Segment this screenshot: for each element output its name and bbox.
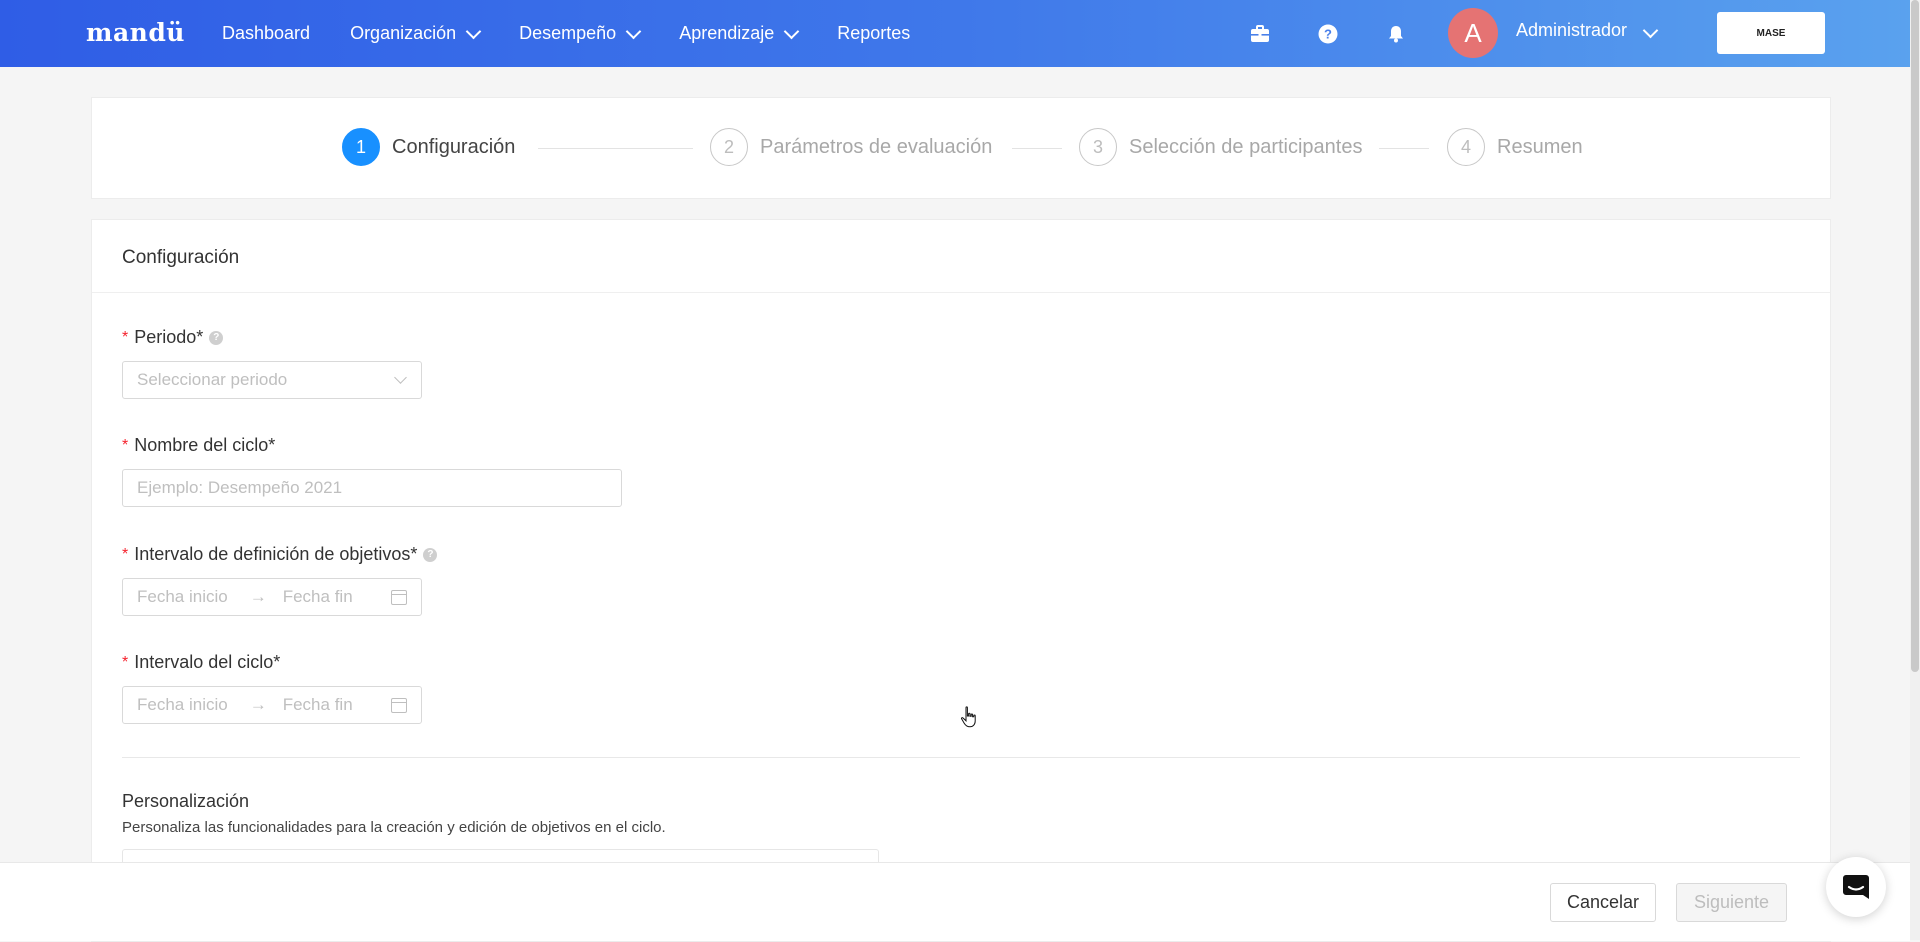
nav-reportes-label: Reportes: [837, 23, 911, 43]
company-logo: MASE: [1717, 12, 1825, 54]
nav-reportes[interactable]: Reportes: [817, 0, 930, 67]
calendar-icon: [391, 697, 407, 713]
header-icons: ?: [1226, 0, 1430, 67]
arrow-right-icon: →: [249, 695, 267, 714]
steps-progress: 1 Configuración 2 Parámetros de evaluaci…: [91, 97, 1831, 199]
form-footer: Cancelar Siguiente: [0, 862, 1910, 941]
required-marker: *: [122, 328, 129, 346]
step-parametros: 2 Parámetros de evaluación: [710, 128, 992, 166]
help-icon[interactable]: ?: [423, 547, 438, 562]
divider: [122, 757, 1800, 758]
step-resumen: 4 Resumen: [1447, 128, 1583, 166]
objectives-interval-label-text: Intervalo de definición de objetivos*: [134, 544, 418, 564]
cycle-name-input[interactable]: Ejemplo: Desempeño 2021: [122, 469, 622, 507]
bell-icon[interactable]: [1362, 0, 1430, 67]
next-button[interactable]: Siguiente: [1676, 883, 1787, 922]
top-navigation-bar: mandü Dashboard Organización Desempeño A…: [0, 0, 1920, 67]
help-icon[interactable]: ?: [1294, 0, 1362, 67]
nav-dashboard[interactable]: Dashboard: [202, 0, 330, 67]
cycle-name-label-text: Nombre del ciclo*: [134, 435, 276, 455]
end-date-placeholder: Fecha fin: [282, 695, 353, 714]
step-configuracion: 1 Configuración: [342, 128, 515, 166]
avatar: A: [1448, 8, 1498, 58]
customization-title: Personalización: [122, 791, 250, 811]
chevron-down-icon: [465, 23, 482, 39]
help-icon[interactable]: ?: [209, 330, 224, 345]
divider: [92, 292, 1830, 293]
nav-desempeno-label: Desempeño: [519, 23, 617, 43]
user-name: Administrador: [1516, 19, 1628, 40]
configuration-form: Configuración * Periodo* ? Seleccionar p…: [91, 219, 1831, 942]
start-date-placeholder: Fecha inicio: [137, 695, 228, 714]
step-connector: [1379, 148, 1429, 149]
calendar-icon: [391, 589, 407, 605]
step-label: Parámetros de evaluación: [760, 135, 993, 158]
customization-description: Personaliza las funcionalidades para la …: [122, 819, 666, 836]
chat-icon: [1843, 875, 1869, 899]
step-number: 3: [1079, 128, 1117, 166]
required-marker: *: [122, 436, 129, 454]
user-menu[interactable]: A Administrador: [1448, 8, 1659, 58]
cycle-date-range[interactable]: Fecha inicio → Fecha fin: [122, 686, 422, 724]
nav-aprendizaje[interactable]: Aprendizaje: [659, 0, 817, 67]
period-select[interactable]: Seleccionar periodo: [122, 361, 422, 399]
step-label: Configuración: [392, 135, 516, 158]
chevron-down-icon: [625, 23, 642, 39]
period-label-text: Periodo*: [134, 327, 204, 347]
chevron-down-icon: [1642, 22, 1659, 39]
nav-dashboard-label: Dashboard: [222, 23, 311, 43]
start-date-placeholder: Fecha inicio: [137, 587, 228, 606]
required-marker: *: [122, 653, 129, 671]
app-logo[interactable]: mandü: [86, 18, 185, 47]
period-placeholder: Seleccionar periodo: [137, 370, 288, 389]
step-connector: [538, 148, 693, 149]
cycle-interval-label-text: Intervalo del ciclo*: [134, 652, 281, 672]
svg-text:?: ?: [1324, 26, 1332, 41]
cycle-interval-label: * Intervalo del ciclo*: [122, 652, 280, 673]
scrollbar-thumb[interactable]: [1911, 0, 1919, 672]
end-date-placeholder: Fecha fin: [282, 587, 353, 606]
step-participantes: 3 Selección de participantes: [1079, 128, 1362, 166]
required-marker: *: [122, 545, 129, 563]
objectives-date-range[interactable]: Fecha inicio → Fecha fin: [122, 578, 422, 616]
cycle-name-placeholder: Ejemplo: Desempeño 2021: [137, 478, 343, 497]
chevron-down-icon: [783, 23, 800, 39]
nav-aprendizaje-label: Aprendizaje: [679, 23, 775, 43]
chat-widget-button[interactable]: [1826, 857, 1886, 917]
step-connector: [1012, 148, 1062, 149]
period-label: * Periodo* ?: [122, 327, 224, 348]
step-number: 1: [342, 128, 380, 166]
cycle-name-label: * Nombre del ciclo*: [122, 435, 275, 456]
step-number: 4: [1447, 128, 1485, 166]
page-title: Configuración: [122, 247, 240, 268]
arrow-right-icon: →: [249, 587, 267, 606]
objectives-interval-label: * Intervalo de definición de objetivos* …: [122, 544, 438, 565]
step-label: Resumen: [1497, 135, 1583, 158]
main-nav: Dashboard Organización Desempeño Aprendi…: [202, 0, 930, 67]
nav-organizacion-label: Organización: [350, 23, 457, 43]
hand-pointer-icon: [960, 706, 978, 733]
step-number: 2: [710, 128, 748, 166]
step-label: Selección de participantes: [1129, 135, 1363, 158]
chevron-down-icon: [394, 371, 407, 384]
briefcase-icon[interactable]: [1226, 0, 1294, 67]
nav-desempeno[interactable]: Desempeño: [499, 0, 659, 67]
cancel-button[interactable]: Cancelar: [1550, 883, 1656, 922]
nav-organizacion[interactable]: Organización: [330, 0, 499, 67]
